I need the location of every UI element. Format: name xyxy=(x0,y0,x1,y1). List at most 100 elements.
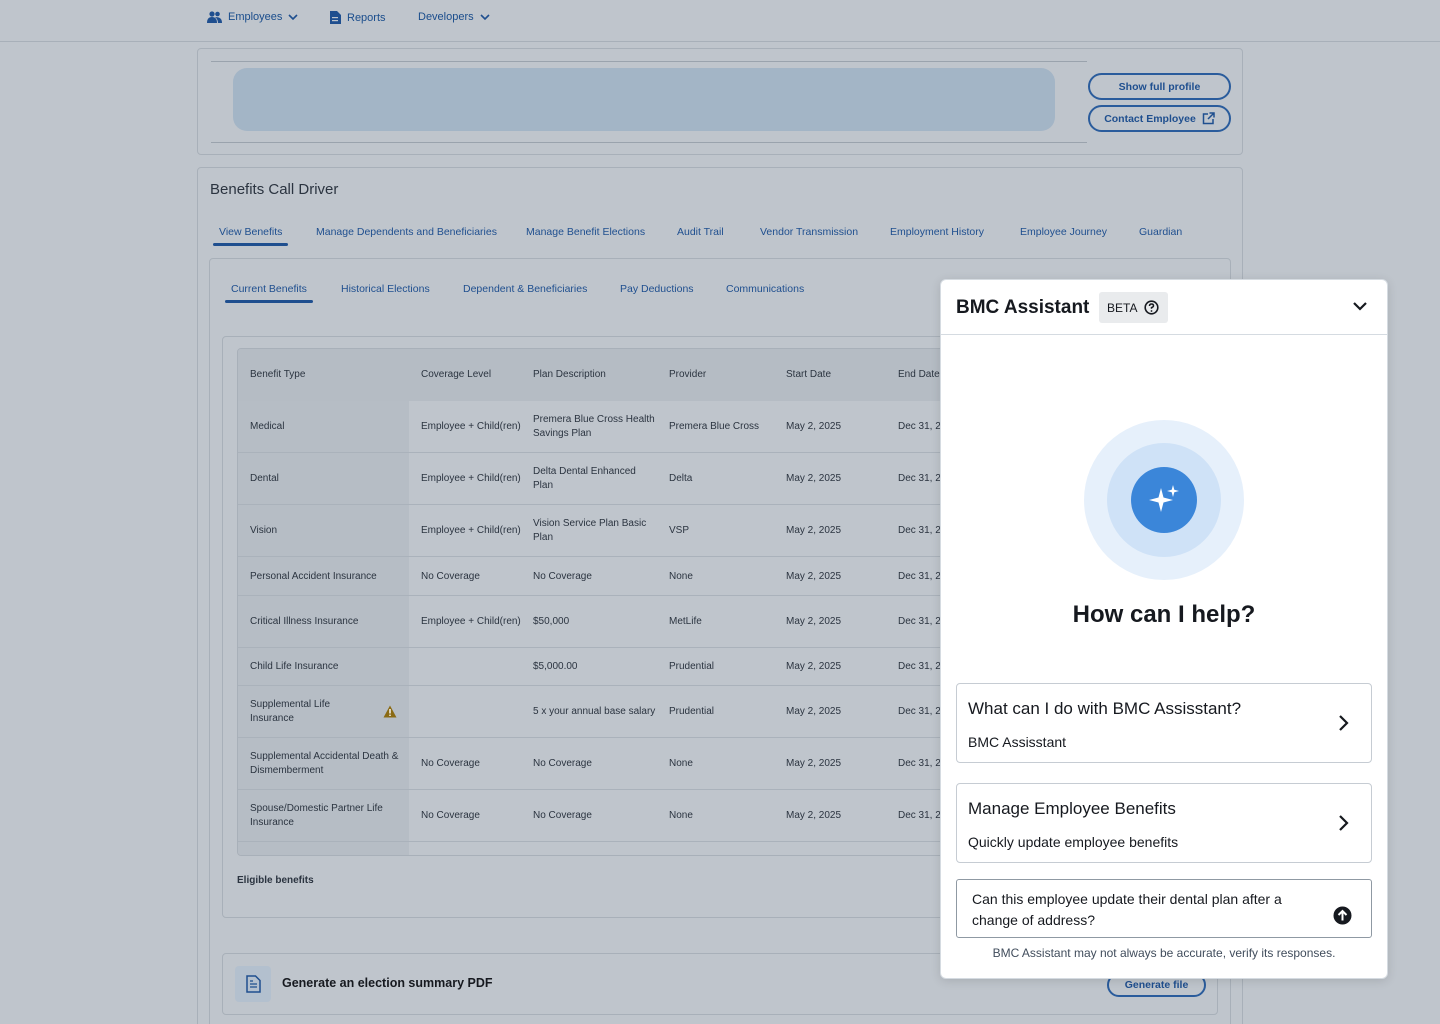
nav-reports[interactable]: Reports xyxy=(330,11,386,24)
chevron-down-icon xyxy=(288,13,298,20)
col-benefit-type: Benefit Type xyxy=(250,369,306,380)
help-circle-icon[interactable] xyxy=(1144,300,1160,315)
cell-provider: MetLife xyxy=(669,616,702,627)
table-row: Medical Employee + Child(ren) Premera Blue… xyxy=(238,401,952,453)
suggestion-title: Manage Employee Benefits xyxy=(968,799,1176,818)
nav-employees-label: Employees xyxy=(228,11,283,23)
col-plan-description: Plan Description xyxy=(533,369,606,380)
cell-coverage xyxy=(421,648,521,686)
assistant-disclaimer: BMC Assistant may not always be accurate… xyxy=(992,946,1336,960)
beta-label: BETA xyxy=(1107,300,1138,315)
tab-current-benefits[interactable]: Current Benefits xyxy=(225,283,313,303)
suggestion-what-can-i-do[interactable]: What can I do with BMC Assisstant? BMC A… xyxy=(956,683,1372,763)
assistant-title: BMC Assistant xyxy=(956,297,1090,318)
collapse-chevron-icon[interactable] xyxy=(1352,300,1368,312)
bmc-assistant-panel: BMC Assistant BETA How can I help? What … xyxy=(940,279,1388,979)
warning-icon xyxy=(383,705,397,718)
cell-start: May 2, 2025 xyxy=(786,421,842,432)
prompt-input[interactable]: Can this employee update their dental pl… xyxy=(956,879,1372,938)
tab-dependent-beneficiaries[interactable]: Dependent & Beneficiaries xyxy=(463,283,587,295)
cell-coverage: Employee + Child(ren) xyxy=(421,616,521,627)
cell-provider: Prudential xyxy=(669,661,715,672)
current-benefits-card: Benefit Type Coverage Level Plan Descrip… xyxy=(222,336,953,918)
show-full-profile-button[interactable]: Show full profile xyxy=(1088,73,1231,100)
assistant-header: BMC Assistant BETA xyxy=(941,280,1387,335)
tab-employment-history[interactable]: Employment History xyxy=(890,226,984,238)
tab-employee-journey[interactable]: Employee Journey xyxy=(1020,226,1107,238)
sparkle-icon xyxy=(1149,485,1179,512)
contact-employee-label: Contact Employee xyxy=(1104,112,1196,125)
cell-type: Supplemental Accidental Death & Dismembe… xyxy=(250,751,399,776)
cell-start: May 2, 2025 xyxy=(786,810,842,821)
cell-plan: Premera Blue Cross Health Savings Plan xyxy=(533,414,655,439)
assistant-orb xyxy=(1084,420,1244,580)
cell-start: May 2, 2025 xyxy=(786,661,842,672)
table-row: Personal Accident Insurance No Coverage No… xyxy=(238,557,952,596)
divider xyxy=(211,61,1087,62)
cell-coverage: Employee + Child(ren) xyxy=(421,473,521,484)
cell-start: May 2, 2025 xyxy=(786,570,842,582)
cell-start: May 2, 2025 xyxy=(786,706,842,717)
chevron-right-icon xyxy=(1339,715,1349,731)
orb-ring xyxy=(1107,443,1221,557)
file-icon xyxy=(245,975,261,993)
col-provider: Provider xyxy=(669,369,707,380)
cell-type: Supplemental Life Insurance xyxy=(250,699,331,724)
external-link-icon xyxy=(1202,112,1215,125)
col-start-date: Start Date xyxy=(786,369,832,380)
cell-start: May 2, 2025 xyxy=(786,525,842,536)
tab-manage-dependents[interactable]: Manage Dependents and Beneficiaries xyxy=(316,226,497,238)
tab-audit-trail[interactable]: Audit Trail xyxy=(677,226,724,238)
cell-provider: Premera Blue Cross xyxy=(669,421,760,432)
cell-plan: $50,000 xyxy=(533,616,570,627)
cell-provider: None xyxy=(669,570,693,582)
top-navigation: Employees Reports Developers xyxy=(0,0,1440,42)
profile-placeholder xyxy=(233,68,1055,131)
cell-coverage: Employee + Child(ren) xyxy=(421,525,521,536)
cell-plan: Vision Service Plan Basic Plan xyxy=(533,518,647,543)
cell-coverage: No Coverage xyxy=(421,758,480,769)
nav-reports-label: Reports xyxy=(347,11,386,24)
tab-view-benefits[interactable]: View Benefits xyxy=(212,226,289,246)
col-end-date: End Date xyxy=(898,369,940,380)
nav-employees[interactable]: Employees xyxy=(207,11,298,23)
table-row: Supplemental Accidental Death & Dismembe… xyxy=(238,738,952,790)
suggestion-subtitle: Quickly update employee benefits xyxy=(968,834,1179,850)
send-arrow-icon[interactable] xyxy=(1333,906,1352,925)
divider xyxy=(211,142,1087,143)
show-full-profile-label: Show full profile xyxy=(1118,80,1201,93)
tab-manage-benefit-elections[interactable]: Manage Benefit Elections xyxy=(526,226,645,238)
suggestion-manage-benefits[interactable]: Manage Employee Benefits Quickly update … xyxy=(956,783,1372,863)
cell-plan: $5,000.00 xyxy=(533,661,578,672)
cell-plan: No Coverage xyxy=(533,810,592,821)
tab-pay-deductions[interactable]: Pay Deductions xyxy=(620,283,694,295)
prompt-text[interactable]: Can this employee update their dental pl… xyxy=(972,889,1322,931)
benefits-title: Benefits Call Driver xyxy=(210,181,339,198)
cell-type: Spouse/Domestic Partner Life Insurance xyxy=(250,803,383,828)
table-row: Spouse/Domestic Partner Life Insurance No… xyxy=(238,790,952,842)
tab-guardian[interactable]: Guardian xyxy=(1139,226,1182,238)
cell-type: Personal Accident Insurance xyxy=(250,570,377,582)
cell-plan: 5 x your annual base salary xyxy=(533,706,656,717)
sparkle-orb xyxy=(1131,467,1197,533)
chevron-right-icon xyxy=(1339,815,1349,831)
table-row: Critical Illness Insurance Employee + Chi… xyxy=(238,596,952,648)
tab-vendor-transmission[interactable]: Vendor Transmission xyxy=(760,226,858,238)
cell-type: Dental xyxy=(250,473,279,484)
cell-provider: Delta xyxy=(669,473,693,484)
table-row: Supplemental Life Insurance 5 x your annu… xyxy=(238,686,952,738)
people-icon xyxy=(207,11,222,23)
cell-provider: None xyxy=(669,758,693,769)
nav-developers[interactable]: Developers xyxy=(418,11,490,23)
tab-historical-elections[interactable]: Historical Elections xyxy=(341,283,430,295)
contact-employee-button[interactable]: Contact Employee xyxy=(1088,105,1231,132)
eligible-benefits-label: Eligible benefits xyxy=(237,875,314,886)
cell-start: May 2, 2025 xyxy=(786,616,842,627)
document-icon xyxy=(330,11,341,24)
suggestion-title: What can I do with BMC Assisstant? xyxy=(968,699,1242,718)
cell-plan: Delta Dental Enhanced Plan xyxy=(533,466,636,491)
col-coverage-level: Coverage Level xyxy=(421,369,492,380)
tab-communications[interactable]: Communications xyxy=(726,283,804,295)
cell-type: Vision xyxy=(250,525,278,536)
cell-coverage: Employee + Child(ren) xyxy=(421,421,521,432)
